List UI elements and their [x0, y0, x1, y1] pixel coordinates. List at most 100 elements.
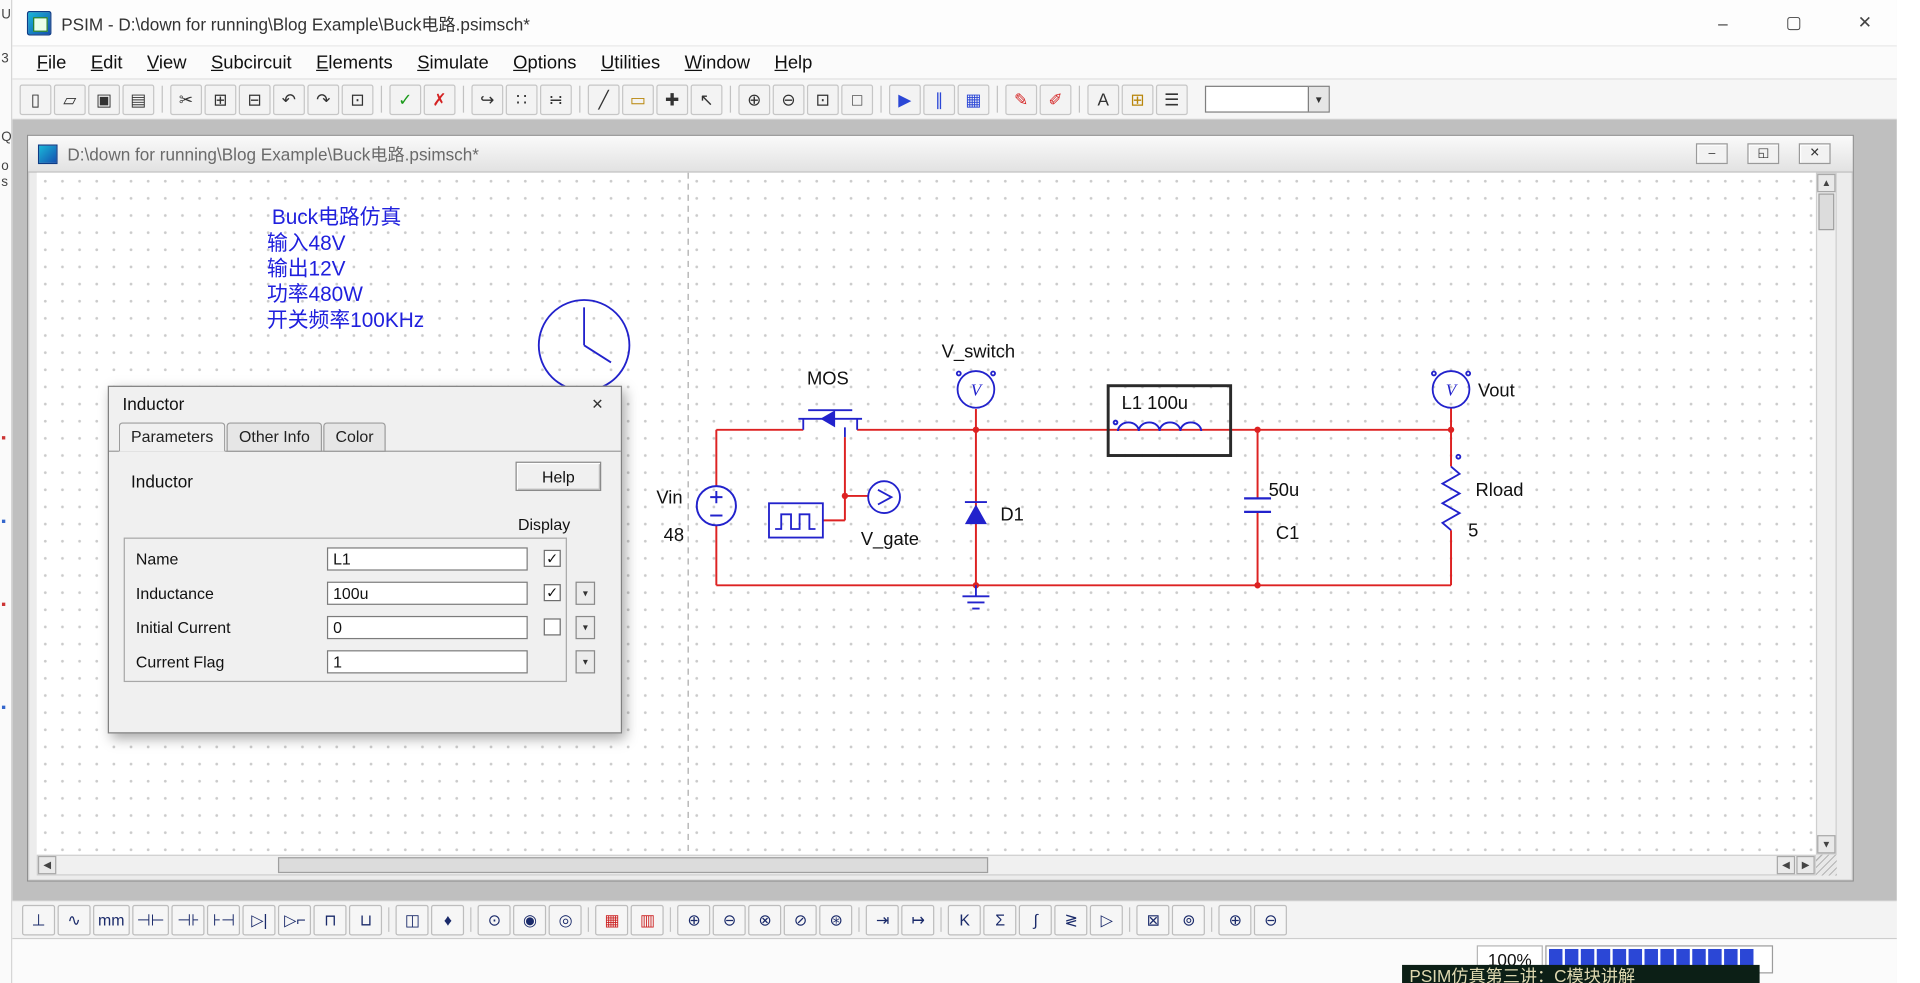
circuit-wires[interactable] [715, 407, 1453, 587]
inductance-dropdown[interactable]: ▾ [575, 581, 596, 605]
assign-label-button[interactable]: ∷ [505, 83, 538, 115]
ac-capacitor-button[interactable]: ⊦⊣ [207, 904, 241, 935]
minimize-button[interactable]: – [1695, 0, 1751, 45]
menu-window[interactable]: Window [672, 47, 762, 78]
current-probe-button[interactable]: ◎ [548, 904, 583, 935]
paste-button[interactable]: ⊟ [238, 83, 271, 115]
capacitor-symbol[interactable] [1244, 497, 1272, 513]
cut-button[interactable]: ✂ [170, 83, 203, 115]
save-file-button[interactable]: ▣ [88, 83, 121, 115]
assign-node-button[interactable]: ∺ [540, 83, 572, 115]
horizontal-scrollbar[interactable]: ◀ ◀ ▶ [36, 854, 1816, 876]
voltage-probe-button[interactable]: ⊙ [477, 904, 512, 935]
draw-line-button[interactable]: ╱ [587, 83, 620, 115]
menu-subcircuit[interactable]: Subcircuit [199, 47, 304, 78]
scroll-left-end-icon[interactable]: ◀ [1776, 855, 1796, 875]
resistor-button[interactable]: ∿ [57, 904, 91, 935]
horizontal-scroll-thumb[interactable] [277, 857, 989, 874]
menu-utilities[interactable]: Utilities [589, 47, 673, 78]
print-button[interactable]: ▤ [122, 83, 155, 115]
zoom-area-button[interactable]: ⊡ [806, 83, 839, 115]
inductance-input[interactable]: 100u [326, 581, 528, 605]
element-properties-button[interactable]: ⊞ [1121, 83, 1154, 115]
resize-grip[interactable] [1815, 854, 1837, 876]
zoom-in-button[interactable]: ⊕ [738, 83, 771, 115]
inductance-display-checkbox[interactable]: ✓ [543, 584, 561, 602]
vertical-scrollbar[interactable]: ▲ ▼ [1815, 172, 1837, 855]
capacitor-button[interactable]: ⊣⊢ [131, 904, 170, 935]
tab-other-info[interactable]: Other Info [226, 422, 323, 452]
scope-1-channel-button[interactable]: ▥ [631, 904, 665, 935]
var-meter-button[interactable]: ⊘ [784, 904, 818, 935]
wattmeter-button[interactable]: ⊗ [748, 904, 782, 935]
ground-button[interactable]: ⊥ [22, 904, 56, 935]
zoom-out-button[interactable]: ⊖ [772, 83, 805, 115]
vgate-source-symbol[interactable] [768, 502, 824, 539]
integrator-block-button[interactable]: ∫ [1019, 904, 1053, 935]
clipboard-button[interactable]: ⊡ [341, 83, 374, 115]
current-source-button[interactable]: ⊖ [1254, 904, 1288, 935]
scroll-up-icon[interactable]: ▲ [1817, 173, 1836, 193]
menu-view[interactable]: View [135, 47, 199, 78]
vertical-scroll-thumb[interactable] [1818, 193, 1835, 231]
diode-button[interactable]: ▷| [242, 904, 276, 935]
child-close-button[interactable]: ✕ [1798, 143, 1831, 165]
zoom-fit-button[interactable]: □ [841, 83, 874, 115]
initial-current-input[interactable]: 0 [326, 615, 528, 639]
vin-source-symbol[interactable] [695, 485, 737, 527]
enable-button[interactable]: ✓ [389, 83, 422, 115]
wire-button[interactable]: ↪ [471, 83, 504, 115]
child-minimize-button[interactable]: – [1695, 143, 1728, 165]
node-voltage-probe-button[interactable]: ◉ [513, 904, 547, 935]
zoom-combobox[interactable]: ▼ [1204, 85, 1330, 113]
pause-simulation-button[interactable]: ∥ [923, 83, 956, 115]
voltmeter-button[interactable]: ⊕ [677, 904, 711, 935]
erase-pen-button[interactable]: ✐ [1039, 83, 1072, 115]
igbt-button[interactable]: ⊔ [349, 904, 383, 935]
undo-button[interactable]: ↶ [273, 83, 305, 115]
mosfet-symbol[interactable] [798, 409, 863, 438]
menu-help[interactable]: Help [762, 47, 824, 78]
scroll-right-icon[interactable]: ▶ [1796, 855, 1815, 875]
menu-elements[interactable]: Elements [304, 47, 405, 78]
ammeter-button[interactable]: ⊖ [713, 904, 747, 935]
maximize-button[interactable]: ▢ [1766, 0, 1822, 45]
ground-symbol[interactable] [962, 585, 990, 610]
pan-hand-button[interactable]: ✚ [656, 83, 689, 115]
tab-color[interactable]: Color [323, 422, 386, 452]
summer-block-button[interactable]: Σ [983, 904, 1017, 935]
help-button[interactable]: Help [515, 461, 602, 492]
tab-parameters[interactable]: Parameters [118, 422, 226, 452]
comparator-block-button[interactable]: ▷ [1090, 904, 1124, 935]
push-button-button[interactable]: ↦ [901, 904, 935, 935]
menu-simulate[interactable]: Simulate [405, 47, 501, 78]
menu-options[interactable]: Options [501, 47, 589, 78]
child-restore-button[interactable]: ◱ [1747, 143, 1780, 165]
menu-file[interactable]: File [24, 47, 78, 78]
onoff-controller-symbol[interactable] [867, 480, 901, 514]
add-text-button[interactable]: A [1087, 83, 1120, 115]
motor-button[interactable]: ♦ [431, 904, 465, 935]
zener-diode-button[interactable]: ▷⌐ [278, 904, 312, 935]
scroll-left-icon[interactable]: ◀ [37, 855, 57, 875]
limiter-block-button[interactable]: ≷ [1054, 904, 1088, 935]
initial-current-display-checkbox[interactable] [543, 618, 561, 636]
power-factor-meter-button[interactable]: ⊛ [819, 904, 853, 935]
initial-current-dropdown[interactable]: ▾ [575, 615, 596, 640]
name-display-checkbox[interactable]: ✓ [543, 549, 561, 567]
redo-button[interactable]: ↷ [307, 83, 340, 115]
open-file-button[interactable]: ▱ [53, 83, 86, 115]
voltage-source-button[interactable]: ⊕ [1218, 904, 1252, 935]
view-waveform-button[interactable]: ▦ [957, 83, 990, 115]
sensor-button[interactable]: ⊚ [1172, 904, 1206, 935]
clock-symbol[interactable] [537, 299, 631, 392]
dialog-close-icon[interactable]: ✕ [584, 393, 611, 415]
menu-edit[interactable]: Edit [79, 47, 135, 78]
on-off-switch-button[interactable]: ⇥ [866, 904, 900, 935]
mosfet-button[interactable]: ⊓ [313, 904, 347, 935]
disable-button[interactable]: ✗ [423, 83, 456, 115]
run-simulation-button[interactable]: ▶ [888, 83, 921, 115]
scope-2-channel-button[interactable]: ▦ [595, 904, 629, 935]
name-input[interactable]: L1 [326, 546, 528, 571]
electrolytic-capacitor-button[interactable]: ⊣⊦ [171, 904, 205, 935]
